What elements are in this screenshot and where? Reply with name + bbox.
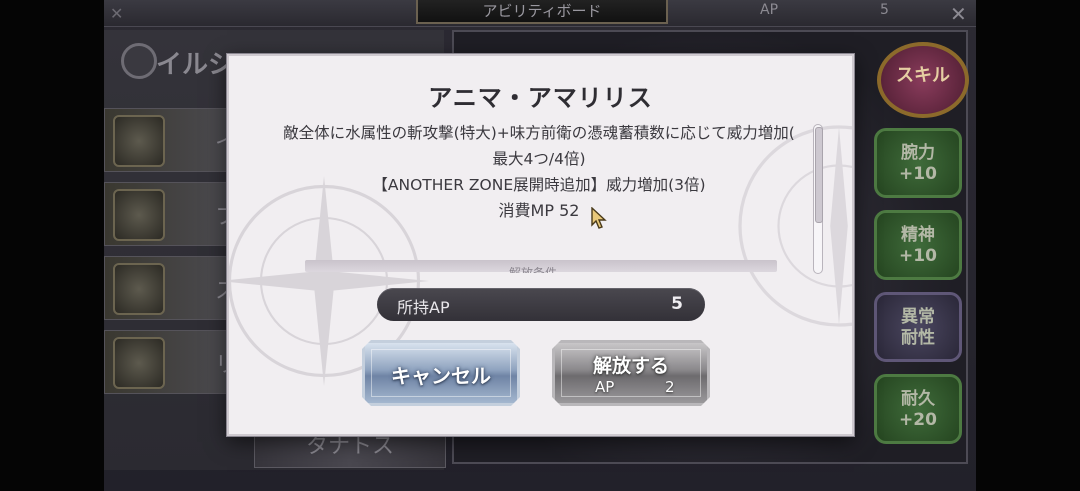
stat-label: 精神 bbox=[901, 225, 935, 245]
cancel-button[interactable]: キャンセル bbox=[362, 340, 520, 406]
scrollbar-thumb[interactable] bbox=[815, 127, 823, 223]
stat-label: 異常 bbox=[901, 307, 935, 327]
stat-node[interactable]: 精神 +10 bbox=[874, 210, 962, 280]
top-bar: ✕ アビリティボード AP 5 ✕ bbox=[104, 0, 976, 27]
stat-node[interactable]: 腕力 +10 bbox=[874, 128, 962, 198]
stat-value: +20 bbox=[899, 410, 937, 430]
stat-label: 腕力 bbox=[901, 143, 935, 163]
description-line: 【ANOTHER ZONE展開時追加】威力増加(3倍) bbox=[372, 176, 706, 194]
character-emblem-icon bbox=[121, 43, 157, 79]
release-ap-cost: 2 bbox=[665, 378, 675, 396]
back-icon[interactable]: ✕ bbox=[110, 4, 123, 23]
pointer-cursor-icon bbox=[591, 207, 607, 229]
stat-node[interactable]: 耐久 +20 bbox=[874, 374, 962, 444]
axe-icon bbox=[113, 263, 165, 315]
axe-icon bbox=[113, 189, 165, 241]
ability-board-tab: アビリティボード bbox=[416, 0, 668, 24]
sword-icon bbox=[113, 115, 165, 167]
stat-node[interactable]: 異常 耐性 bbox=[874, 292, 962, 362]
stat-value: 耐性 bbox=[901, 328, 935, 348]
release-button-label: 解放する bbox=[592, 355, 669, 377]
skill-badge[interactable]: スキル bbox=[877, 42, 969, 118]
owned-ap-value: 5 bbox=[671, 294, 683, 314]
description-scrollbar[interactable] bbox=[813, 124, 823, 274]
mp-cost: 消費MP 52 bbox=[498, 201, 580, 220]
owned-ap-display: 所持AP 5 bbox=[377, 288, 705, 321]
stat-label: 耐久 bbox=[901, 389, 935, 409]
description-line: 敵全体に水属性の斬攻撃(特大)+味方前衛の憑魂蓄積数に応じて威力増加( bbox=[283, 124, 795, 142]
axe-icon bbox=[113, 337, 165, 389]
release-button[interactable]: 解放する AP 2 bbox=[552, 340, 710, 406]
stat-value: +10 bbox=[899, 246, 937, 266]
description-line: 最大4つ/4倍) bbox=[492, 150, 586, 168]
ap-value: 5 bbox=[880, 2, 889, 18]
release-ap-label: AP bbox=[595, 378, 615, 396]
ability-dialog: アニマ・アマリリス 敵全体に水属性の斬攻撃(特大)+味方前衛の憑魂蓄積数に応じて… bbox=[227, 54, 854, 436]
character-name: イルシ bbox=[156, 50, 235, 80]
stat-value: +10 bbox=[899, 164, 937, 184]
cancel-button-label: キャンセル bbox=[391, 364, 491, 388]
skill-description: 敵全体に水属性の斬攻撃(特大)+味方前衛の憑魂蓄積数に応じて威力増加( 最大4つ… bbox=[269, 120, 809, 224]
dialog-title: アニマ・アマリリス bbox=[428, 83, 653, 112]
ap-label: AP bbox=[760, 2, 779, 18]
close-icon[interactable]: ✕ bbox=[950, 2, 967, 26]
owned-ap-label: 所持AP bbox=[397, 298, 450, 317]
unlock-conditions-label: 解放条件 bbox=[509, 267, 557, 273]
